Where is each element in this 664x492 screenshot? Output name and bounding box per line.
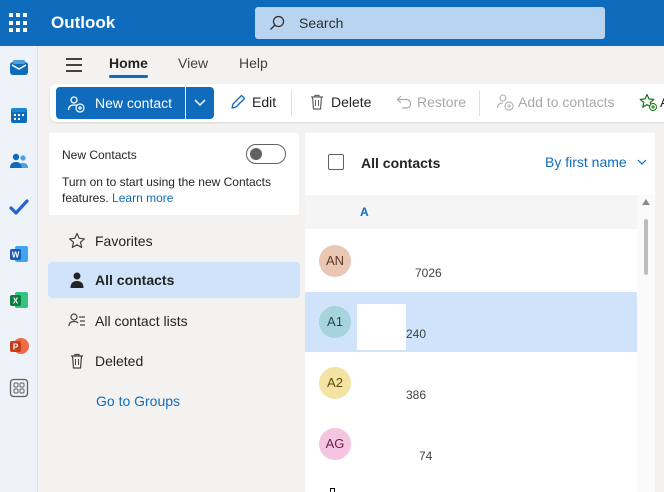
powerpoint-icon[interactable]: P <box>9 336 29 356</box>
nav-item-favorites[interactable]: Favorites <box>48 223 300 259</box>
go-to-groups-link[interactable]: Go to Groups <box>96 393 180 409</box>
ribbon-toolbar: New contact Edit Delete Restore Add to c… <box>50 84 664 122</box>
list-item[interactable]: A1 240 <box>305 292 637 352</box>
calendar-icon[interactable] <box>9 105 29 125</box>
avatar: A1 <box>319 306 351 338</box>
chevron-down-icon <box>194 99 206 107</box>
star-icon <box>69 232 85 249</box>
tab-view[interactable]: View <box>178 55 208 71</box>
add-person-icon <box>67 96 85 113</box>
avatar: AG <box>319 428 351 460</box>
new-contact-button[interactable]: New contact <box>56 87 185 119</box>
avatar-initials: AG <box>325 436 345 451</box>
new-contact-dropdown-button[interactable] <box>186 87 214 119</box>
mouse-cursor <box>330 488 335 492</box>
list-item[interactable]: AN 7026 <box>305 231 637 291</box>
active-tab-indicator <box>109 75 148 78</box>
list-title: All contacts <box>361 155 441 171</box>
search-icon <box>270 15 285 30</box>
add-to-favorites-button[interactable]: A <box>660 94 664 110</box>
chevron-down-icon <box>637 159 647 165</box>
app-launcher-icon[interactable] <box>9 13 29 33</box>
svg-text:W: W <box>12 251 20 260</box>
list-item[interactable]: A2 386 <box>305 353 637 413</box>
contact-name-redacted <box>357 304 406 350</box>
section-letter: A <box>360 205 369 219</box>
contact-list-icon <box>68 313 85 327</box>
avatar: A2 <box>319 367 351 399</box>
avatar-initials: AN <box>325 253 345 268</box>
sort-dropdown[interactable]: By first name <box>545 154 647 170</box>
trash-icon <box>71 353 83 369</box>
contact-detail: 74 <box>419 449 433 463</box>
word-icon[interactable]: W <box>9 244 29 264</box>
nav-item-all-contacts[interactable]: All contacts <box>48 262 300 298</box>
svg-text:P: P <box>13 343 19 352</box>
todo-icon[interactable] <box>9 197 29 217</box>
restore-button[interactable]: Restore <box>417 94 466 110</box>
trash-icon <box>311 94 323 110</box>
ribbon-divider <box>479 90 480 116</box>
avatar-initials: A2 <box>327 375 343 390</box>
contact-list-pane: All contacts By first name A AN 7026 A1 … <box>305 133 655 492</box>
avatar: AN <box>319 245 351 277</box>
tab-help[interactable]: Help <box>239 55 268 71</box>
nav-item-label: Favorites <box>95 233 153 249</box>
nav-item-label: All contact lists <box>95 313 188 329</box>
contact-detail: 7026 <box>415 266 442 280</box>
nav-item-label: Deleted <box>95 353 144 369</box>
app-rail: W X P <box>0 46 38 492</box>
hamburger-menu-icon[interactable] <box>66 58 82 76</box>
add-to-contacts-button[interactable]: Add to contacts <box>518 94 615 110</box>
search-placeholder: Search <box>299 15 344 31</box>
nav-item-deleted[interactable]: Deleted <box>48 343 300 379</box>
contact-detail: 240 <box>406 327 427 341</box>
new-contacts-toggle[interactable] <box>246 144 286 164</box>
list-header: All contacts By first name <box>305 133 655 193</box>
search-box[interactable]: Search <box>255 7 605 39</box>
restore-icon <box>396 95 412 109</box>
select-all-checkbox[interactable] <box>328 154 344 170</box>
new-contacts-title: New Contacts <box>62 148 137 162</box>
edit-button[interactable]: Edit <box>252 94 276 110</box>
avatar-initials: A1 <box>327 314 343 329</box>
nav-item-all-contact-lists[interactable]: All contact lists <box>48 303 300 339</box>
new-contacts-description: Turn on to start using the new Contacts … <box>62 174 287 206</box>
new-contact-label: New contact <box>95 95 173 111</box>
contact-name-redacted <box>357 239 414 265</box>
scrollbar-thumb[interactable] <box>644 219 648 275</box>
app-title[interactable]: Outlook <box>51 13 115 33</box>
person-icon <box>70 272 84 288</box>
learn-more-link[interactable]: Learn more <box>112 191 173 205</box>
toggle-knob <box>250 148 262 160</box>
svg-text:X: X <box>13 297 19 306</box>
new-contacts-card: New Contacts Turn on to start using the … <box>49 133 299 215</box>
more-apps-icon[interactable] <box>9 378 29 398</box>
nav-item-label: All contacts <box>95 272 175 288</box>
tab-home[interactable]: Home <box>109 55 148 71</box>
sort-label: By first name <box>545 154 627 170</box>
top-bar: Outlook Search <box>0 0 664 46</box>
scroll-up-icon[interactable] <box>642 199 650 205</box>
pencil-icon <box>231 94 246 109</box>
contact-detail: 386 <box>406 388 427 402</box>
mail-icon[interactable] <box>9 58 29 78</box>
add-contact-icon <box>496 94 514 111</box>
list-item[interactable]: AG 74 <box>305 414 637 474</box>
add-favorite-icon <box>639 93 657 111</box>
section-header: A <box>305 195 637 229</box>
ribbon-divider <box>291 90 292 116</box>
people-icon[interactable] <box>9 151 29 171</box>
delete-button[interactable]: Delete <box>331 94 371 110</box>
excel-icon[interactable]: X <box>9 290 29 310</box>
